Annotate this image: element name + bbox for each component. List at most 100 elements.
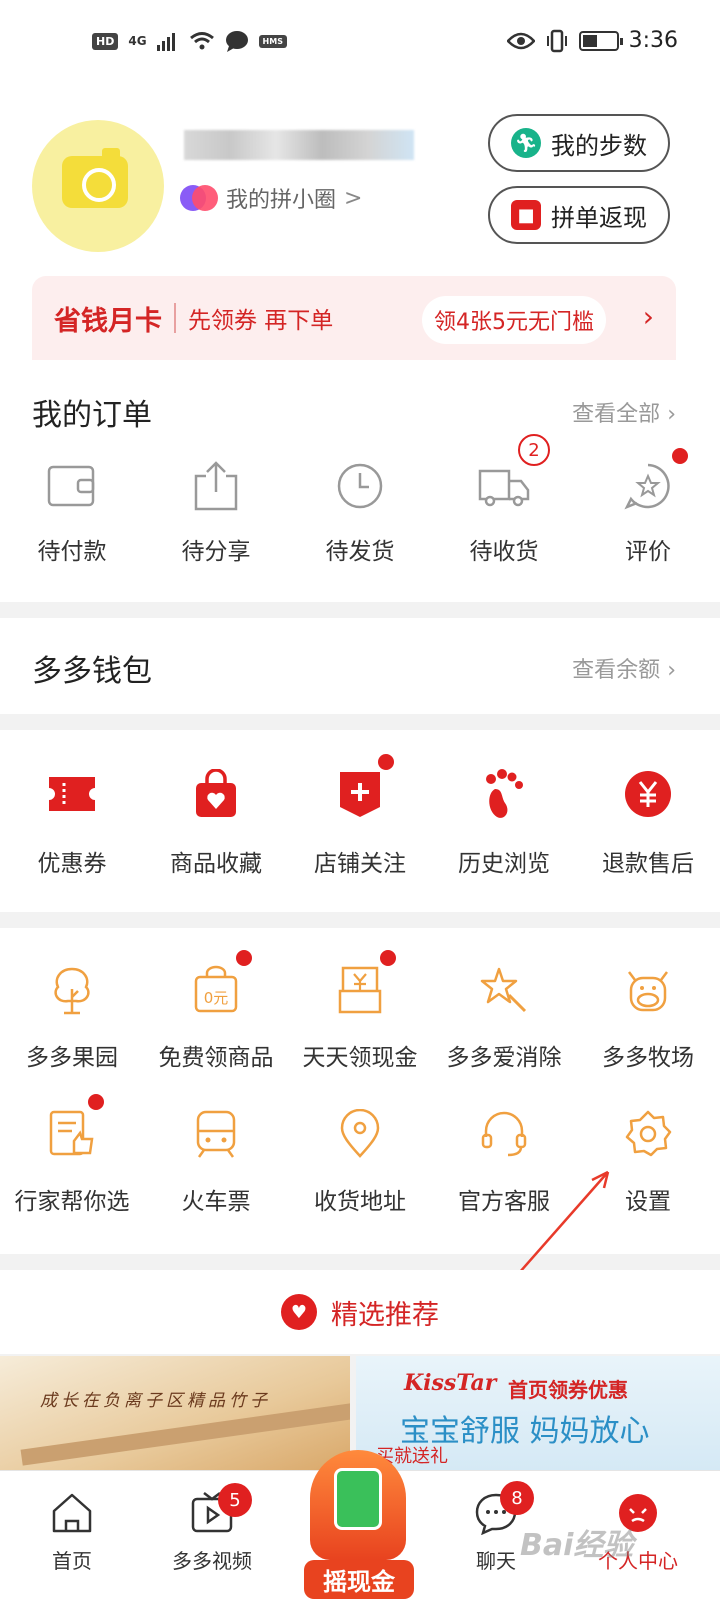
clock-time: 3:36	[628, 28, 678, 53]
tab-label: 多多视频	[172, 1549, 252, 1573]
divider	[174, 303, 176, 333]
refund-icon	[618, 764, 678, 824]
free-goods-icon: 0元	[186, 950, 252, 1020]
free-goods-badge-text: 0元	[204, 989, 229, 1007]
shipment-count-badge: 2	[518, 434, 550, 466]
vibrate-icon	[546, 29, 567, 52]
bamboo-image	[20, 1402, 350, 1466]
username-blurred	[184, 130, 414, 160]
shortcut-coupons[interactable]: 优惠券	[0, 764, 144, 878]
group-cashback-button[interactable]: ■ 拼单返现	[488, 186, 670, 244]
phone-icon	[334, 1468, 382, 1530]
review-icon	[618, 448, 688, 516]
order-item-label: 待收货	[469, 539, 539, 565]
service-expert-pick[interactable]: 行家帮你选	[0, 1094, 144, 1216]
notification-dot	[380, 950, 396, 966]
video-badge: 5	[218, 1483, 252, 1517]
view-all-orders-link[interactable]: 查看全部 ›	[572, 396, 676, 428]
my-circle-link[interactable]: 我的拼小圈 >	[180, 182, 362, 214]
eye-icon	[506, 32, 535, 49]
cash-icon	[330, 950, 396, 1020]
tab-video[interactable]: 多多视频 5	[140, 1471, 284, 1600]
tab-label: 首页	[52, 1549, 92, 1573]
star-wand-icon	[474, 960, 534, 1020]
orders-section: 我的订单 查看全部 › 待付款 待分享 待发货 2 待收货 评价	[0, 362, 720, 602]
product-card-bamboo[interactable]: 成长在负离子区精品竹子	[0, 1356, 350, 1470]
orders-title: 我的订单	[32, 398, 152, 433]
service-label: 火车票	[181, 1189, 251, 1215]
wallet-section[interactable]: 多多钱包 查看余额 ›	[0, 618, 720, 714]
shortcuts-section: 优惠券 商品收藏 店铺关注 历史浏览 退款售后	[0, 730, 720, 912]
shortcut-history[interactable]: 历史浏览	[432, 764, 576, 878]
watermark: Bai经验	[520, 1528, 634, 1563]
saving-card-title: 省钱月卡	[54, 305, 162, 337]
network-label: 4G	[128, 34, 147, 48]
wifi-icon	[189, 32, 214, 50]
product-tagline: 成长在负离子区精品竹子	[40, 1391, 271, 1411]
order-review[interactable]: 评价	[576, 448, 720, 566]
order-pending-shipment[interactable]: 待发货	[288, 456, 432, 566]
service-free-goods[interactable]: 0元 免费领商品	[144, 950, 288, 1072]
shortcut-refund[interactable]: 退款售后	[576, 764, 720, 878]
order-pending-receipt[interactable]: 2 待收货	[432, 434, 576, 566]
heart-icon: ♥	[281, 1294, 317, 1330]
tree-icon	[42, 960, 102, 1020]
running-icon: 🏃︎	[511, 128, 541, 158]
shortcut-store-follow[interactable]: 店铺关注	[288, 754, 432, 878]
service-label: 多多牧场	[602, 1045, 694, 1071]
order-pending-share[interactable]: 待分享	[144, 456, 288, 566]
tab-home[interactable]: 首页	[0, 1471, 144, 1600]
service-elimination-game[interactable]: 多多爱消除	[432, 960, 576, 1072]
orders-grid: 待付款 待分享 待发货 2 待收货 评价	[0, 434, 720, 566]
clock-icon	[330, 456, 390, 516]
order-item-label: 待付款	[37, 539, 107, 565]
cow-icon	[618, 960, 678, 1020]
brand-logo: KissTar	[404, 1370, 497, 1396]
view-balance-link[interactable]: 查看余额 ›	[572, 652, 676, 684]
avatar[interactable]	[32, 120, 164, 252]
chat-badge: 8	[500, 1481, 534, 1515]
service-address[interactable]: 收货地址	[288, 1104, 432, 1216]
service-label: 多多果园	[26, 1045, 118, 1071]
signal-icon	[156, 33, 175, 51]
share-icon	[186, 456, 246, 516]
services-row-1: 多多果园 0元 免费领商品 天天领现金 多多爱消除 多多牧场	[0, 950, 720, 1072]
service-label: 设置	[625, 1189, 671, 1215]
chevron-right-icon: ›	[642, 300, 654, 333]
headset-icon	[474, 1104, 534, 1164]
recommend-doc-icon	[42, 1094, 104, 1164]
notification-dot	[672, 448, 688, 464]
service-orchard[interactable]: 多多果园	[0, 960, 144, 1072]
shortcut-favorites[interactable]: 商品收藏	[144, 764, 288, 878]
tab-label: 摇现金	[304, 1560, 414, 1599]
shortcut-label: 店铺关注	[314, 851, 406, 877]
order-item-label: 待发货	[325, 539, 395, 565]
service-label: 行家帮你选	[14, 1189, 130, 1215]
wallet-title: 多多钱包	[32, 654, 152, 689]
service-ranch[interactable]: 多多牧场	[576, 960, 720, 1072]
notification-dot	[88, 1094, 104, 1110]
coupon-offer-pill[interactable]: 领4张5元无门槛	[422, 296, 606, 344]
shortcut-label: 退款售后	[602, 851, 694, 877]
message-icon	[225, 31, 248, 52]
chevron-right-icon: ›	[667, 402, 676, 427]
service-label: 多多爱消除	[446, 1045, 562, 1071]
hms-badge: HMS	[258, 34, 287, 48]
train-icon	[186, 1104, 246, 1164]
chevron-right-icon: >	[344, 185, 363, 211]
status-bar: HD 4G HMS 3:36	[0, 0, 720, 90]
recommend-title: 精选推荐	[331, 1299, 439, 1331]
recommend-header: ♥ 精选推荐	[0, 1270, 720, 1354]
shortcut-label: 商品收藏	[170, 851, 262, 877]
favorite-bag-icon	[186, 764, 246, 824]
saving-card-subtitle: 先领券 再下单	[188, 308, 334, 334]
tab-shake-cash[interactable]: 摇现金	[304, 1450, 414, 1600]
my-steps-button[interactable]: 🏃︎ 我的步数	[488, 114, 670, 172]
store-follow-icon	[330, 754, 394, 824]
service-daily-cash[interactable]: 天天领现金	[288, 950, 432, 1072]
order-pending-payment[interactable]: 待付款	[0, 456, 144, 566]
battery-icon	[578, 30, 623, 51]
service-train-tickets[interactable]: 火车票	[144, 1104, 288, 1216]
saving-month-card-banner[interactable]: 省钱月卡 先领券 再下单 领4张5元无门槛 ›	[32, 276, 676, 360]
status-right: 3:36	[506, 28, 678, 53]
